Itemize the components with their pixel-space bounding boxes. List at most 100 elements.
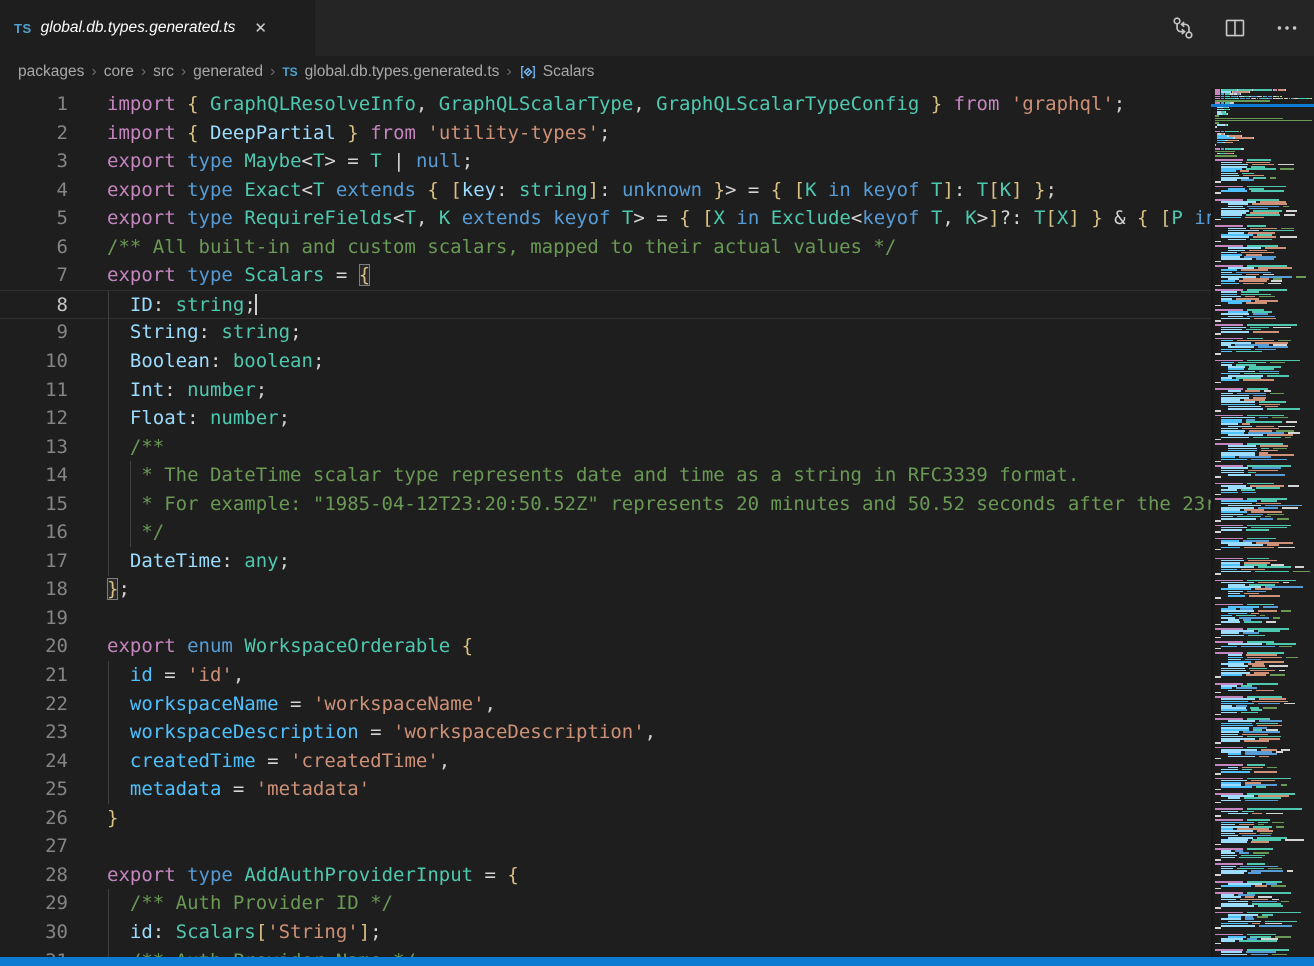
code-token: Scalars (244, 264, 324, 286)
line-number[interactable]: 11 (0, 376, 68, 404)
line-number[interactable]: 16 (0, 518, 68, 546)
code-line[interactable]: 28export type AddAuthProviderInput = { (0, 861, 1211, 890)
code-line[interactable]: 12 Float: number; (0, 404, 1211, 433)
line-number[interactable]: 10 (0, 347, 68, 375)
breadcrumb-generated[interactable]: generated (193, 63, 263, 81)
minimap-line (1227, 124, 1228, 126)
minimap-line (1248, 872, 1261, 874)
code-line[interactable]: 27 (0, 832, 1211, 861)
code-line[interactable]: 22 workspaceName = 'workspaceName', (0, 690, 1211, 719)
code-line[interactable]: 26} (0, 804, 1211, 833)
line-number[interactable]: 18 (0, 575, 68, 603)
code-line[interactable]: 13 /** (0, 433, 1211, 462)
vscode-window: TS global.db.types.generated.ts ✕ (0, 0, 1314, 966)
minimap-line (1215, 927, 1221, 929)
line-number[interactable]: 17 (0, 547, 68, 575)
code-line[interactable]: 24 createdTime = 'createdTime', (0, 747, 1211, 776)
code-token: keyof (553, 207, 610, 229)
line-number[interactable]: 25 (0, 775, 68, 803)
line-number[interactable]: 12 (0, 404, 68, 432)
line-number[interactable]: 1 (0, 90, 68, 118)
code-token: 'metadata' (256, 778, 370, 800)
code-text: Boolean: boolean; (107, 347, 324, 375)
code-line[interactable]: 6/** All built-in and custom scalars, ma… (0, 233, 1211, 262)
line-number[interactable]: 26 (0, 804, 68, 832)
breadcrumb-symbol-scalars[interactable]: Scalars (543, 63, 595, 81)
line-number[interactable]: 21 (0, 661, 68, 689)
line-number[interactable]: 19 (0, 604, 68, 632)
tab-global-db-types[interactable]: TS global.db.types.generated.ts ✕ (0, 0, 315, 56)
code-token: Boolean (130, 350, 210, 372)
line-number[interactable]: 4 (0, 176, 68, 204)
minimap-line (1256, 487, 1280, 489)
line-number[interactable]: 3 (0, 147, 68, 175)
code-line[interactable]: 10 Boolean: boolean; (0, 347, 1211, 376)
code-line[interactable]: 5export type RequireFields<T, K extends … (0, 204, 1211, 233)
line-number[interactable]: 9 (0, 318, 68, 346)
code-line[interactable]: 14 * The DateTime scalar type represents… (0, 461, 1211, 490)
minimap-line (1215, 714, 1221, 716)
code-line[interactable]: 31 /** Auth Provider Name */ (0, 947, 1211, 958)
line-number[interactable]: 15 (0, 490, 68, 518)
code-token (1023, 179, 1034, 201)
code-line[interactable]: 15 * For example: "1985-04-12T23:20:50.5… (0, 490, 1211, 519)
breadcrumb-file[interactable]: global.db.types.generated.ts (305, 63, 500, 81)
minimap-line (1295, 566, 1304, 568)
line-number[interactable]: 14 (0, 461, 68, 489)
code-line[interactable]: 19 (0, 604, 1211, 633)
minimap-line (1215, 789, 1221, 791)
code-line[interactable]: 25 metadata = 'metadata' (0, 775, 1211, 804)
breadcrumb-core[interactable]: core (104, 63, 134, 81)
line-number[interactable]: 8 (0, 291, 68, 319)
line-number[interactable]: 20 (0, 632, 68, 660)
code-token: [ (256, 921, 267, 943)
code-line[interactable]: 17 DateTime: any; (0, 547, 1211, 576)
code-line[interactable]: 20export enum WorkspaceOrderable { (0, 632, 1211, 661)
code-line[interactable]: 11 Int: number; (0, 376, 1211, 405)
code-token (107, 721, 130, 743)
minimap-line (1221, 351, 1232, 353)
code-token (919, 207, 930, 229)
line-number[interactable]: 13 (0, 433, 68, 461)
breadcrumb-packages[interactable]: packages (18, 63, 84, 81)
code-token: export (107, 150, 176, 172)
more-actions-icon[interactable] (1274, 15, 1300, 41)
minimap-line (1258, 703, 1281, 705)
code-editor[interactable]: 1import { GraphQLResolveInfo, GraphQLSca… (0, 88, 1211, 957)
minimap-line (1236, 351, 1262, 353)
code-line[interactable]: 3export type Maybe<T> = T | null; (0, 147, 1211, 176)
code-token: { (427, 179, 438, 201)
line-number[interactable]: 2 (0, 119, 68, 147)
code-line[interactable]: 1import { GraphQLResolveInfo, GraphQLSca… (0, 90, 1211, 119)
line-number[interactable]: 6 (0, 233, 68, 261)
code-line[interactable]: 30 id: Scalars['String']; (0, 918, 1211, 947)
open-changes-icon[interactable] (1170, 15, 1196, 41)
line-number[interactable]: 7 (0, 261, 68, 289)
code-line[interactable]: 18}; (0, 575, 1211, 604)
code-line[interactable]: 2import { DeepPartial } from 'utility-ty… (0, 119, 1211, 148)
line-number[interactable]: 31 (0, 947, 68, 958)
close-icon[interactable]: ✕ (251, 17, 270, 39)
code-line[interactable]: 8 ID: string; (0, 290, 1211, 319)
code-line[interactable]: 16 */ (0, 518, 1211, 547)
code-line[interactable]: 29 /** Auth Provider ID */ (0, 889, 1211, 918)
code-line[interactable]: 23 workspaceDescription = 'workspaceDesc… (0, 718, 1211, 747)
code-token: Maybe (244, 150, 301, 172)
line-number[interactable]: 23 (0, 718, 68, 746)
minimap-line (1280, 168, 1294, 170)
line-number[interactable]: 30 (0, 918, 68, 946)
minimap[interactable] (1211, 88, 1314, 957)
line-number[interactable]: 29 (0, 889, 68, 917)
split-editor-icon[interactable] (1222, 15, 1248, 41)
code-line[interactable]: 9 String: string; (0, 318, 1211, 347)
code-line[interactable]: 4export type Exact<T extends { [key: str… (0, 176, 1211, 205)
breadcrumb-src[interactable]: src (153, 63, 174, 81)
line-number[interactable]: 27 (0, 832, 68, 860)
line-number[interactable]: 22 (0, 690, 68, 718)
code-line[interactable]: 21 id = 'id', (0, 661, 1211, 690)
code-line[interactable]: 7export type Scalars = { (0, 261, 1211, 290)
line-number[interactable]: 24 (0, 747, 68, 775)
line-number[interactable]: 28 (0, 861, 68, 889)
line-number[interactable]: 5 (0, 204, 68, 232)
minimap-line (1228, 595, 1245, 597)
